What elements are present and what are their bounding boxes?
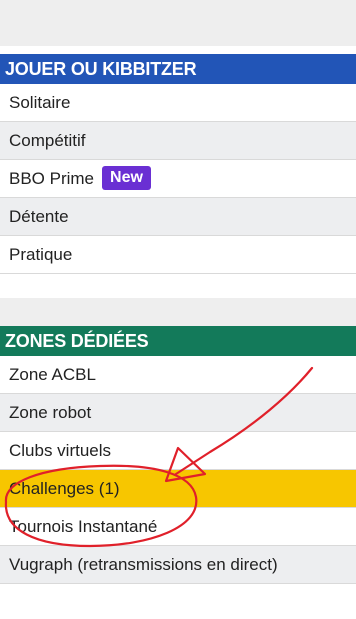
menu-item-label: Pratique — [9, 245, 73, 264]
menu-item-label: Zone ACBL — [9, 365, 96, 384]
menu-item-label: Clubs virtuels — [9, 441, 112, 460]
menu-item-label: Challenges (1) — [9, 479, 120, 498]
menu-item-competitif[interactable]: Compétitif — [0, 122, 356, 160]
top-strip — [0, 0, 356, 46]
menu-item-zone-acbl[interactable]: Zone ACBL — [0, 356, 356, 394]
menu-item-label: Vugraph (retransmissions en direct) — [9, 555, 278, 574]
menu-item-vugraph[interactable]: Vugraph (retransmissions en direct) — [0, 546, 356, 584]
menu-item-label: Solitaire — [9, 93, 71, 112]
menu-item-label: Détente — [9, 207, 69, 226]
menu-item-label: Zone robot — [9, 403, 92, 422]
menu-item-pratique[interactable]: Pratique — [0, 236, 356, 274]
menu-item-label: BBO Prime — [9, 169, 95, 188]
menu-item-solitaire[interactable]: Solitaire — [0, 84, 356, 122]
menu-item-clubs-virtuels[interactable]: Clubs virtuels — [0, 432, 356, 470]
menu-page: JOUER OU KIBBITZER Solitaire Compétitif … — [0, 0, 356, 619]
new-badge: New — [102, 165, 151, 190]
menu-item-tournois-instantane[interactable]: Tournois Instantané — [0, 508, 356, 546]
menu-item-label: Compétitif — [9, 131, 86, 150]
menu-item-bbo-prime[interactable]: BBO Prime New — [0, 160, 356, 198]
section-divider — [0, 298, 356, 326]
menu-item-zone-robot[interactable]: Zone robot — [0, 394, 356, 432]
menu-item-challenges[interactable]: Challenges (1) — [0, 470, 356, 508]
menu-item-label: Tournois Instantané — [9, 517, 158, 536]
menu-item-detente[interactable]: Détente — [0, 198, 356, 236]
section-header-play: JOUER OU KIBBITZER — [0, 54, 356, 84]
section-header-zones: ZONES DÉDIÉES — [0, 326, 356, 356]
